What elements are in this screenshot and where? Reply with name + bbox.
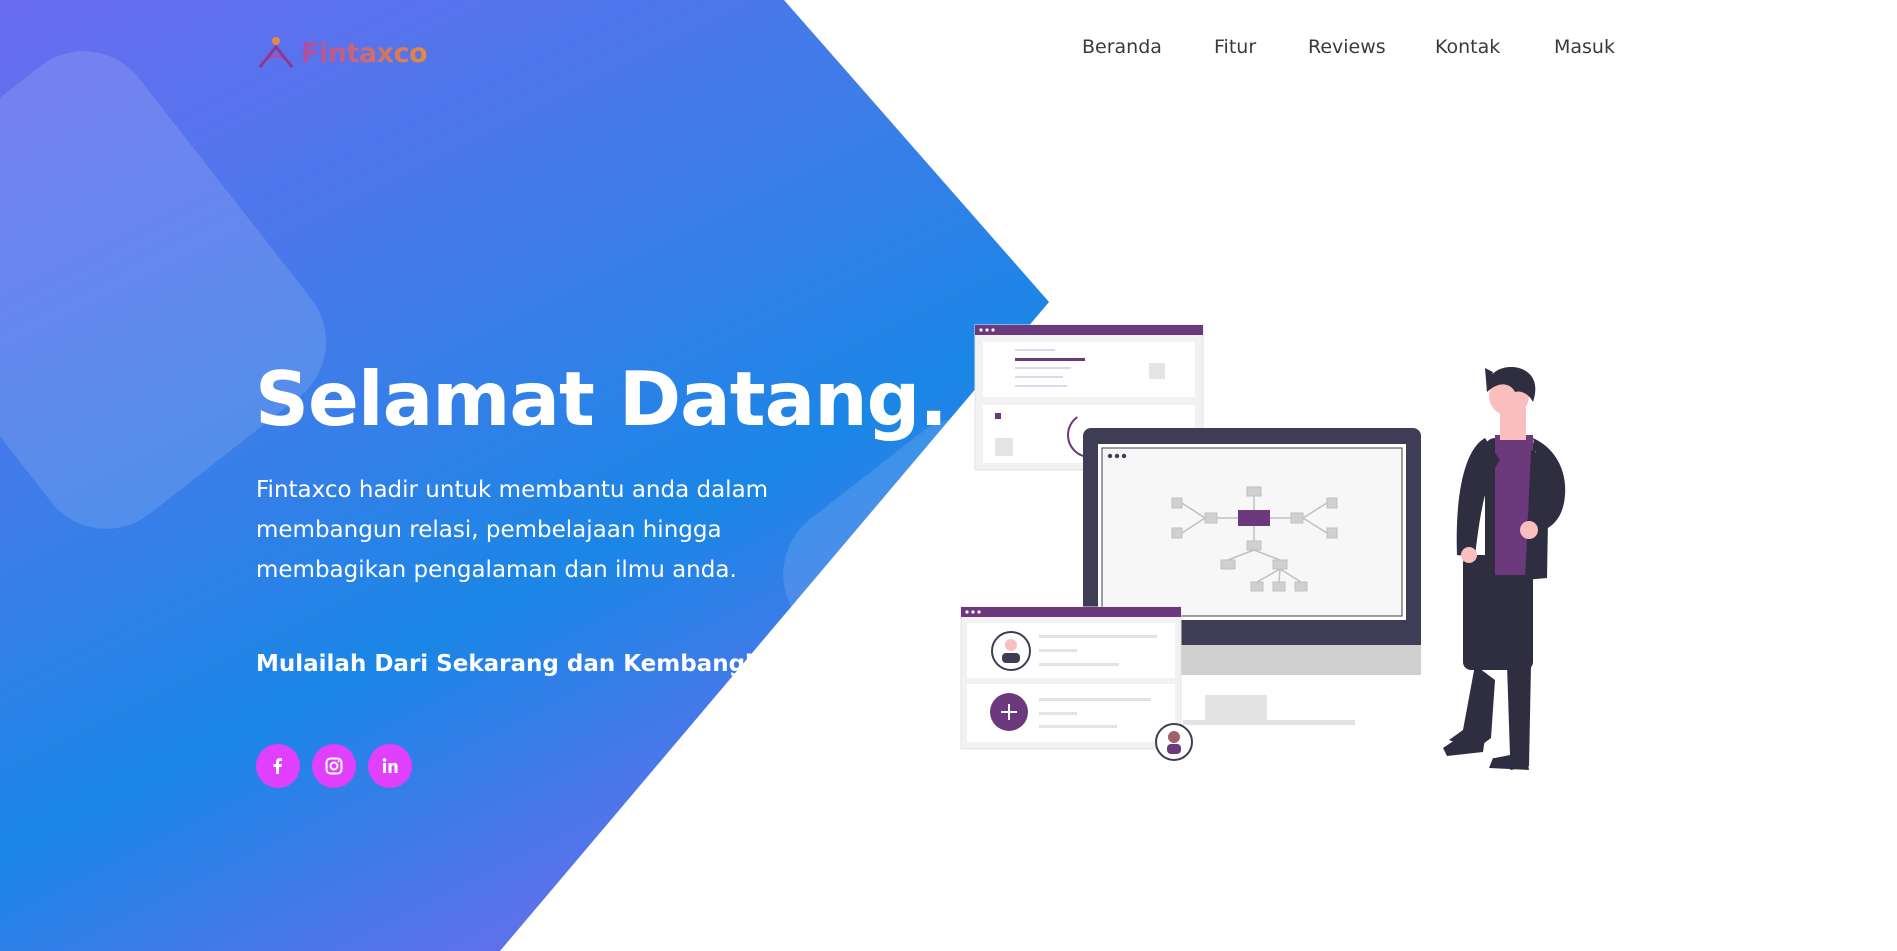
facebook-button[interactable] xyxy=(256,744,300,788)
linkedin-button[interactable] xyxy=(368,744,412,788)
brand-name: Fintaxco xyxy=(301,37,428,69)
hero-title: Selamat Datang. xyxy=(255,355,948,443)
nav-masuk[interactable]: Masuk xyxy=(1554,36,1615,58)
instagram-icon xyxy=(325,757,343,775)
person-illustration xyxy=(1443,367,1566,770)
facebook-icon xyxy=(273,758,282,774)
man-with-monitor-illustration xyxy=(960,324,1566,770)
instagram-button[interactable] xyxy=(312,744,356,788)
social-links xyxy=(256,744,412,788)
hero-cta-text: Mulailah Dari Sekarang dan Kembangkan Re… xyxy=(256,651,866,677)
nav-kontak[interactable]: Kontak xyxy=(1435,36,1500,58)
profile-list-illustration xyxy=(960,606,1193,761)
linkedin-icon xyxy=(382,758,398,773)
nav-beranda[interactable]: Beranda xyxy=(1082,36,1162,58)
nav-fitur[interactable]: Fitur xyxy=(1214,36,1256,58)
brand-logo[interactable]: Fintaxco xyxy=(255,34,428,72)
hero-description: Fintaxco hadir untuk membantu anda dalam… xyxy=(256,477,769,583)
nav-reviews[interactable]: Reviews xyxy=(1308,36,1386,58)
brand-logo-icon xyxy=(258,37,294,68)
